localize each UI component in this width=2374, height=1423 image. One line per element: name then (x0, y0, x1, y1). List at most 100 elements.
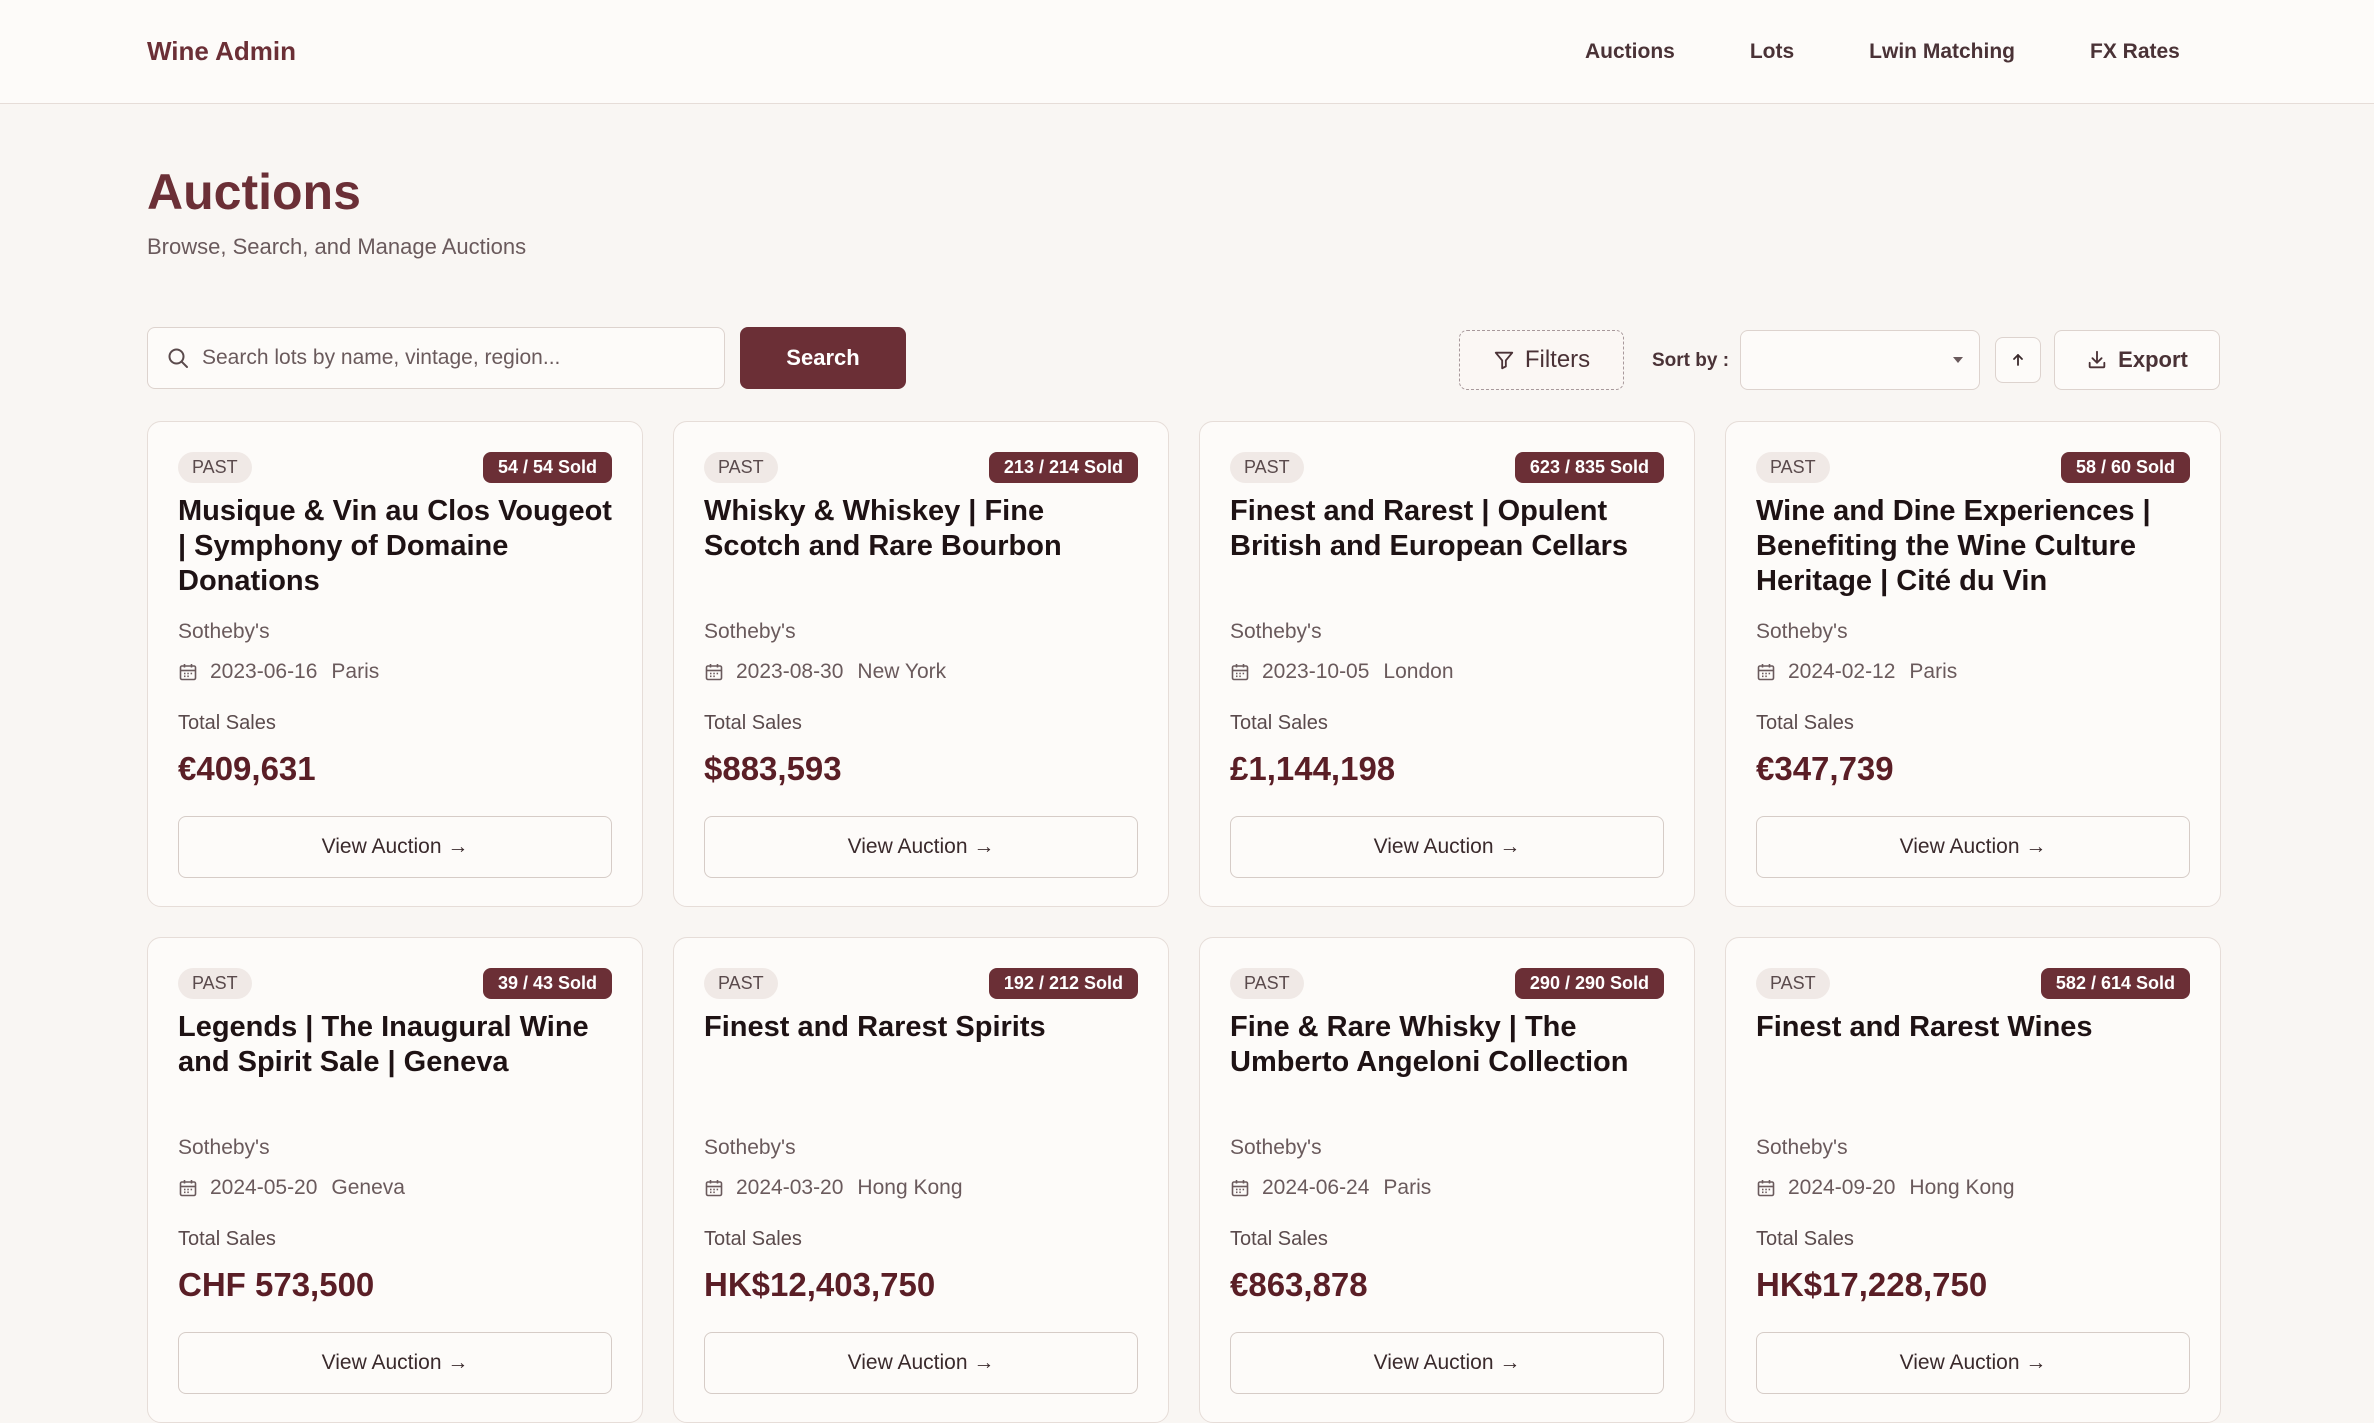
search-icon (168, 348, 188, 368)
sold-count-badge: 39 / 43 Sold (482, 968, 612, 999)
auction-location: London (1383, 660, 1454, 683)
arrow-up-icon (2013, 354, 2023, 366)
total-sales-label: Total Sales (178, 1228, 276, 1250)
auction-house: Sotheby's (1230, 1136, 1322, 1159)
status-badge: PAST (704, 968, 778, 999)
total-sales-label: Total Sales (1230, 1228, 1328, 1250)
calendar-icon (705, 1180, 723, 1197)
status-badge: PAST (1756, 968, 1830, 999)
auction-meta: 2024-03-20 Hong Kong (704, 1176, 963, 1200)
view-auction-button[interactable]: View Auction → (178, 816, 612, 878)
auction-location: Hong Kong (857, 1176, 963, 1199)
auction-card: PAST 623 / 835 Sold Finest and Rarest | … (1199, 421, 1695, 907)
auction-title[interactable]: Wine and Dine Experiences | Benefiting t… (1756, 494, 2196, 599)
nav-link-lwin-matching[interactable]: Lwin Matching (1869, 40, 2015, 64)
brand-logo[interactable]: Wine Admin (147, 36, 296, 67)
calendar-icon (705, 664, 723, 681)
auction-location: Paris (1909, 660, 1958, 683)
nav-link-auctions[interactable]: Auctions (1585, 40, 1675, 64)
view-auction-button[interactable]: View Auction → (1756, 816, 2190, 878)
total-sales-value: €347,739 (1756, 750, 1894, 787)
sold-count-badge: 54 / 54 Sold (482, 452, 612, 483)
calendar-icon (1231, 664, 1249, 681)
auction-house: Sotheby's (1230, 620, 1322, 643)
sold-count-badge: 213 / 214 Sold (988, 452, 1138, 483)
status-badge: PAST (1756, 452, 1830, 483)
auction-card: PAST 582 / 614 Sold Finest and Rarest Wi… (1725, 937, 2221, 1423)
page-title: Auctions (147, 164, 361, 220)
auction-card: PAST 54 / 54 Sold Musique & Vin au Clos … (147, 421, 643, 907)
view-auction-button[interactable]: View Auction → (704, 1332, 1138, 1394)
filters-button-label: Filters (1524, 346, 1591, 373)
auction-card: PAST 290 / 290 Sold Fine & Rare Whisky |… (1199, 937, 1695, 1423)
calendar-icon (1757, 664, 1775, 681)
view-auction-button[interactable]: View Auction → (1230, 1332, 1664, 1394)
sold-count-badge: 582 / 614 Sold (2040, 968, 2190, 999)
auction-date: 2023-08-30 (736, 660, 844, 683)
total-sales-label: Total Sales (1756, 712, 1854, 734)
auction-date: 2023-10-05 (1262, 660, 1370, 683)
total-sales-label: Total Sales (178, 712, 276, 734)
total-sales-label: Total Sales (1230, 712, 1328, 734)
view-auction-button[interactable]: View Auction → (178, 1332, 612, 1394)
auction-title[interactable]: Musique & Vin au Clos Vougeot | Symphony… (178, 494, 618, 599)
view-auction-button[interactable]: View Auction → (1230, 816, 1664, 878)
sort-direction-button[interactable] (1995, 337, 2041, 383)
total-sales-label: Total Sales (1756, 1228, 1854, 1250)
search-button[interactable]: Search (740, 327, 906, 389)
auction-title[interactable]: Legends | The Inaugural Wine and Spirit … (178, 1010, 618, 1115)
auction-title[interactable]: Whisky & Whiskey | Fine Scotch and Rare … (704, 494, 1144, 599)
calendar-icon (1757, 1180, 1775, 1197)
total-sales-label: Total Sales (704, 712, 802, 734)
auction-meta: 2024-06-24 Paris (1230, 1176, 1431, 1200)
total-sales-value: HK$12,403,750 (704, 1266, 936, 1303)
auction-title[interactable]: Finest and Rarest Spirits (704, 1010, 1144, 1115)
export-button[interactable]: Export (2054, 330, 2220, 390)
search-input[interactable] (202, 346, 702, 370)
sold-count-badge: 623 / 835 Sold (1514, 452, 1664, 483)
filter-icon (1494, 351, 1513, 370)
auction-date: 2024-06-24 (1262, 1176, 1370, 1199)
sold-count-badge: 58 / 60 Sold (2060, 452, 2190, 483)
auction-house: Sotheby's (704, 1136, 796, 1159)
auction-house: Sotheby's (178, 1136, 270, 1159)
nav-link-fx-rates[interactable]: FX Rates (2090, 40, 2180, 64)
total-sales-label: Total Sales (704, 1228, 802, 1250)
status-badge: PAST (1230, 452, 1304, 483)
sort-select[interactable] (1740, 330, 1980, 390)
total-sales-value: €409,631 (178, 750, 316, 787)
auction-date: 2024-02-12 (1788, 660, 1896, 683)
page-subtitle: Browse, Search, and Manage Auctions (147, 234, 527, 259)
auction-house: Sotheby's (1756, 620, 1848, 643)
auction-card: PAST 58 / 60 Sold Wine and Dine Experien… (1725, 421, 2221, 907)
auction-location: Geneva (331, 1176, 405, 1199)
top-navbar: Wine Admin Auctions Lots Lwin Matching F… (0, 0, 2374, 104)
chevron-down-icon (1953, 357, 1963, 363)
auction-date: 2024-03-20 (736, 1176, 844, 1199)
auction-card: PAST 213 / 214 Sold Whisky & Whiskey | F… (673, 421, 1169, 907)
auction-location: Paris (331, 660, 380, 683)
nav-link-lots[interactable]: Lots (1750, 40, 1794, 64)
nav-links: Auctions Lots Lwin Matching FX Rates (1585, 0, 2255, 104)
auction-title[interactable]: Fine & Rare Whisky | The Umberto Angelon… (1230, 1010, 1670, 1115)
auction-location: Hong Kong (1909, 1176, 2015, 1199)
auction-title[interactable]: Finest and Rarest Wines (1756, 1010, 2196, 1115)
view-auction-button[interactable]: View Auction → (1756, 1332, 2190, 1394)
total-sales-value: CHF 573,500 (178, 1266, 375, 1303)
auction-card: PAST 192 / 212 Sold Finest and Rarest Sp… (673, 937, 1169, 1423)
sort-label: Sort by : (1652, 350, 1730, 371)
auction-house: Sotheby's (178, 620, 270, 643)
status-badge: PAST (704, 452, 778, 483)
sold-count-badge: 290 / 290 Sold (1514, 968, 1664, 999)
download-icon (2088, 350, 2106, 369)
auction-meta: 2024-09-20 Hong Kong (1756, 1176, 2015, 1200)
sold-count-badge: 192 / 212 Sold (988, 968, 1138, 999)
view-auction-button[interactable]: View Auction → (704, 816, 1138, 878)
total-sales-value: HK$17,228,750 (1756, 1266, 1988, 1303)
auction-meta: 2023-10-05 London (1230, 660, 1454, 684)
toolbar: Search Filters Sort by : Export (147, 327, 2220, 390)
auction-title[interactable]: Finest and Rarest | Opulent British and … (1230, 494, 1670, 599)
filters-button[interactable]: Filters (1459, 330, 1624, 390)
status-badge: PAST (178, 968, 252, 999)
auction-meta: 2023-08-30 New York (704, 660, 946, 684)
